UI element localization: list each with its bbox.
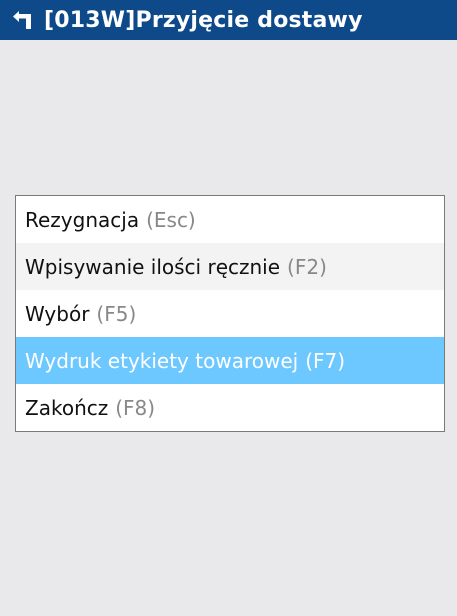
title-bar: [013W]Przyjęcie dostawy: [0, 0, 457, 40]
menu-item-shortcut: (F2): [287, 254, 327, 279]
menu-item-wpisywanie-ilosci[interactable]: Wpisywanie ilości ręcznie (F2): [16, 243, 444, 290]
menu-item-rezygnacja[interactable]: Rezygnacja (Esc): [16, 196, 444, 243]
menu-item-shortcut: (Esc): [146, 207, 196, 232]
menu-item-label: Zakończ: [25, 395, 109, 420]
page-title: [013W]Przyjęcie dostawy: [44, 7, 363, 33]
menu-item-shortcut: (F5): [96, 301, 137, 326]
menu-item-shortcut: (F7): [305, 348, 346, 373]
menu-item-label: Wybór: [25, 301, 90, 326]
menu-item-shortcut: (F8): [115, 395, 156, 420]
menu-item-wybor[interactable]: Wybór (F5): [16, 290, 444, 337]
menu-item-label: Rezygnacja: [25, 207, 140, 232]
menu-item-zakoncz[interactable]: Zakończ (F8): [16, 384, 444, 431]
return-arrow-icon[interactable]: [10, 7, 36, 33]
options-menu: Rezygnacja (Esc) Wpisywanie ilości ręczn…: [15, 195, 445, 432]
menu-item-label: Wpisywanie ilości ręcznie: [25, 254, 281, 279]
menu-item-label: Wydruk etykiety towarowej: [25, 348, 299, 373]
menu-item-wydruk-etykiety[interactable]: Wydruk etykiety towarowej (F7): [16, 337, 444, 384]
